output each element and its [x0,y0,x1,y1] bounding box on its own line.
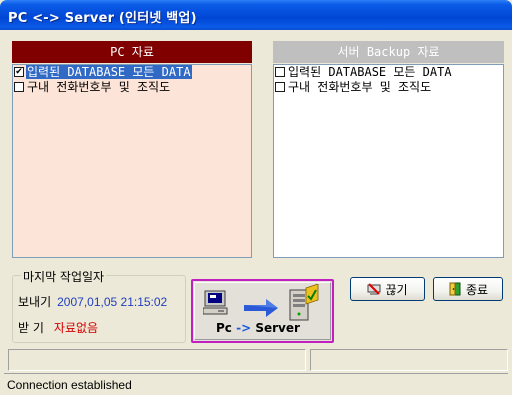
disconnect-icon [367,283,381,295]
label-arrow: -> [236,321,252,335]
server-item-database-label: 입력된 DATABASE 모든 DATA [288,65,452,79]
checkbox-unchecked-icon[interactable] [275,67,285,77]
exit-label: 종료 [465,282,489,297]
pc-item-database-label: 입력된 DATABASE 모든 DATA [26,65,192,79]
info-panels [8,349,508,371]
exit-button[interactable]: 종료 [433,277,503,301]
window-body: PC 자료 서버 Backup 자료 ✔ 입력된 DATABASE 모든 DAT… [4,30,508,395]
progress-panel [8,349,306,371]
pc-data-list[interactable]: ✔ 입력된 DATABASE 모든 DATA 구내 전화번호부 및 조직도 [12,64,252,258]
label-server: Server [255,321,300,335]
pc-to-server-label: Pc -> Server [216,321,300,335]
title-bar[interactable]: PC <-> Server (인터넷 백업) [0,0,512,30]
checkbox-unchecked-icon[interactable] [14,82,24,92]
sent-row: 보내기 2007,01,05 21:15:02 [18,293,167,310]
arrow-right-icon [244,299,278,317]
status-text: Connection established [7,378,132,392]
sent-timestamp: 2007,01,05 21:15:02 [57,295,168,309]
checkbox-checked-icon[interactable]: ✔ [14,67,24,77]
server-icon [289,284,319,321]
status-bar: Connection established [4,373,508,395]
received-value: 자료없음 [53,321,99,335]
pc-item-phonebook-label: 구내 전화번호부 및 조직도 [27,80,171,94]
pc-to-server-button[interactable]: Pc -> Server [191,279,334,343]
received-label: 받 기 [18,321,44,335]
pc-item-phonebook[interactable]: 구내 전화번호부 및 조직도 [13,80,251,95]
checkbox-unchecked-icon[interactable] [275,82,285,92]
sent-label: 보내기 [18,295,52,309]
last-work-date-legend: 마지막 작업일자 [21,268,107,285]
server-backup-list[interactable]: 입력된 DATABASE 모든 DATA 구내 전화번호부 및 조직도 [273,64,504,258]
label-pc: Pc [216,321,232,335]
disconnect-label: 끊기 [385,282,408,297]
server-item-phonebook-label: 구내 전화번호부 및 조직도 [288,80,432,94]
exit-door-icon [449,282,461,296]
server-item-database[interactable]: 입력된 DATABASE 모든 DATA [274,65,503,80]
disconnect-button[interactable]: 끊기 [350,277,425,301]
info-panel [310,349,508,371]
pc-item-database[interactable]: ✔ 입력된 DATABASE 모든 DATA [13,65,251,80]
last-work-date-group: 마지막 작업일자 보내기 2007,01,05 21:15:02 받 기 자료없음 [12,268,186,343]
backup-window: PC <-> Server (인터넷 백업) PC 자료 서버 Backup 자… [0,0,512,395]
pc-data-header: PC 자료 [12,41,252,63]
server-item-phonebook[interactable]: 구내 전화번호부 및 조직도 [274,80,503,95]
computer-icon [203,290,228,315]
received-row: 받 기 자료없음 [18,319,98,336]
server-backup-header: 서버 Backup 자료 [273,41,504,63]
window-title: PC <-> Server (인터넷 백업) [8,11,197,26]
